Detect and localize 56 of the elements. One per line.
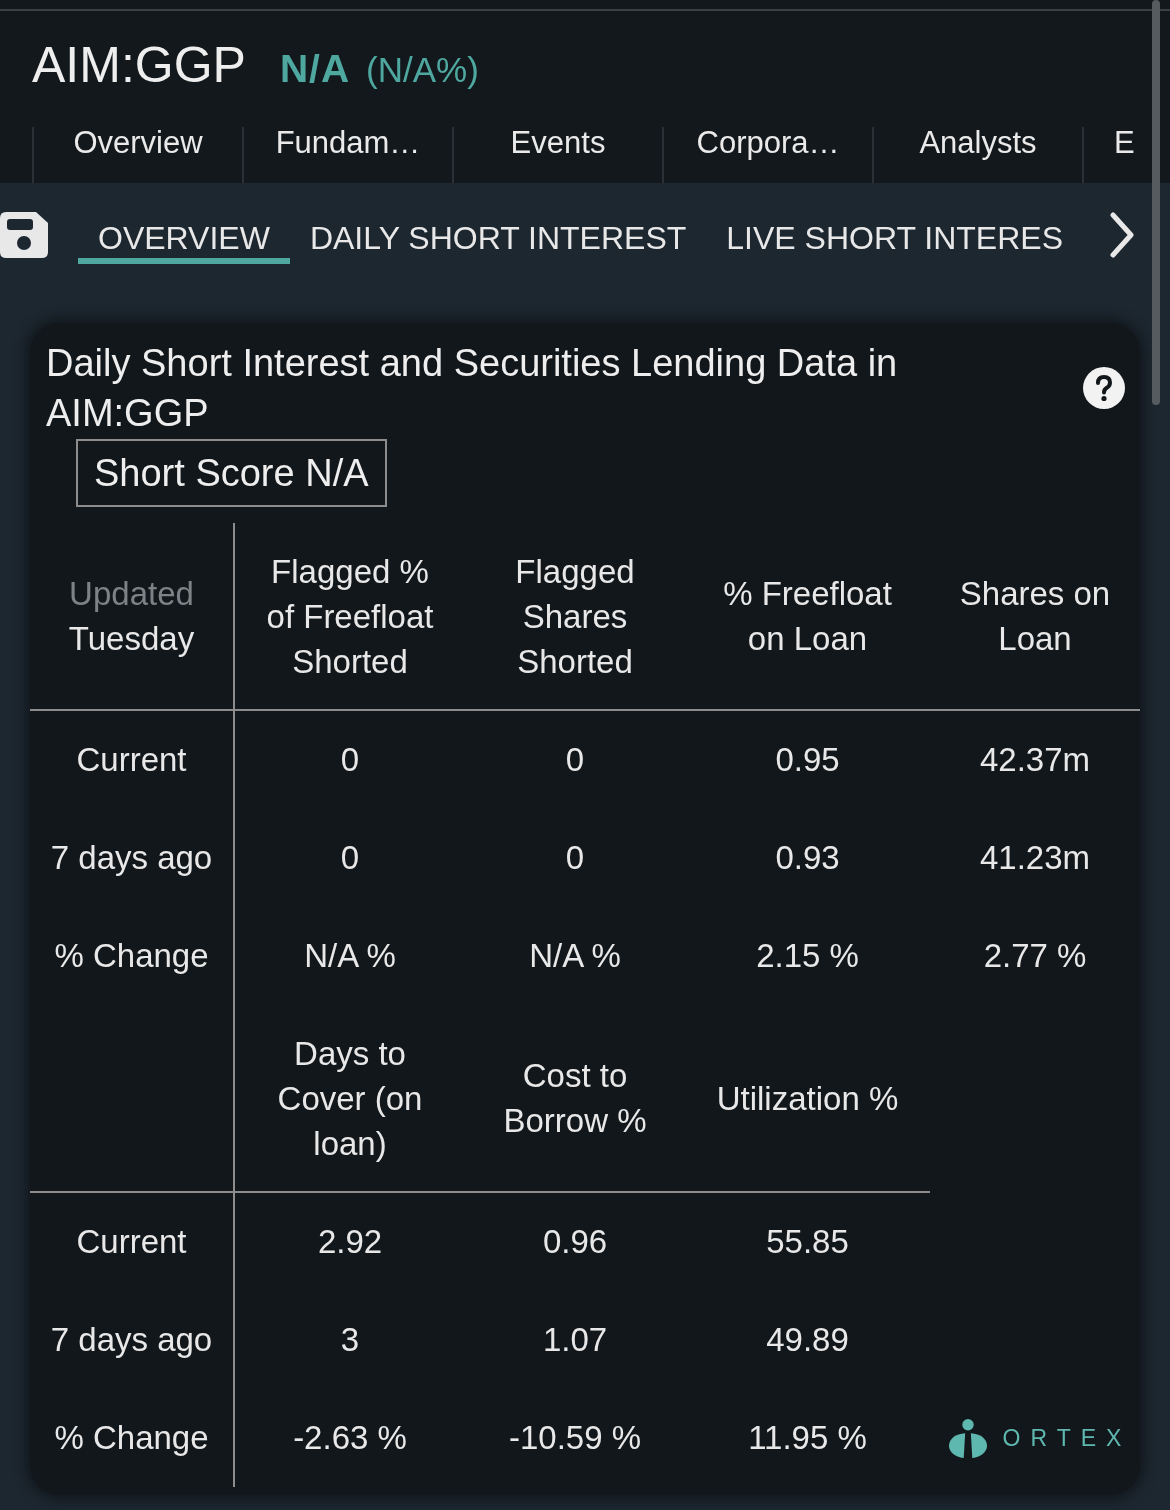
table-cell-text: 2.77 % (982, 936, 1088, 976)
column-header: % Freefloat on Loan (685, 523, 930, 711)
table-cell-text: 2.92 (316, 1222, 384, 1262)
table-cell-text: 0.96 (541, 1222, 609, 1262)
updated-label: Updated (69, 574, 194, 614)
table-cell-text: 11.95 % (747, 1418, 868, 1458)
row-label: % Change (30, 1389, 235, 1487)
price-value: N/A (279, 47, 351, 91)
table-cell-text: 49.89 (765, 1320, 850, 1360)
table-cell-text: 41.23m (978, 838, 1092, 878)
card-title: Daily Short Interest and Securities Lending Data in AIM:GGP (46, 341, 899, 436)
save-icon[interactable] (0, 212, 48, 258)
table-cell-text: 2.15 % (755, 936, 860, 976)
price-change: (N/A%) (366, 50, 479, 90)
nav-tab[interactable]: Corpora… (662, 127, 872, 183)
table-cell-text: 0 (564, 740, 586, 780)
column-header: Flagged Shares Shorted (465, 523, 685, 711)
row-label: 7 days ago (30, 1291, 235, 1389)
table-cell-text: 0.95 (774, 740, 841, 780)
column-header: Utilization % (685, 1005, 930, 1193)
row-label: Current (30, 1193, 235, 1291)
help-icon[interactable] (1083, 367, 1125, 409)
nav-tab[interactable]: Overview (32, 127, 242, 183)
scrollbar[interactable] (1152, 0, 1160, 405)
row-label: 7 days ago (30, 809, 235, 907)
column-header: Flagged % of Freefloat Shorted (235, 523, 465, 711)
table-cell-text: 3 (339, 1320, 361, 1360)
table-cell-text: N/A % (528, 936, 622, 976)
row-label: Current (30, 711, 235, 809)
column-header: Shares on Loan (930, 523, 1140, 711)
table-cell-text: 1.07 (541, 1320, 609, 1360)
nav-tab[interactable]: Analysts (872, 127, 1082, 183)
updated-day: Tuesday (68, 616, 195, 661)
chevron-right-icon[interactable] (1108, 212, 1135, 258)
row-label: % Change (30, 907, 235, 1005)
section-tab[interactable]: DAILY SHORT INTEREST (289, 212, 707, 264)
short-score: Short Score N/A (76, 439, 387, 507)
logo-icon (948, 1418, 987, 1458)
section-tab[interactable]: OVERVIEW (78, 212, 290, 264)
table-cell-text: 0 (339, 838, 361, 878)
table-cell-text: -10.59 % (507, 1418, 643, 1458)
table-cell-text: 42.37m (978, 740, 1092, 780)
table-cell-text: 55.85 (765, 1222, 850, 1262)
column-header: Days to Cover (on loan) (235, 1005, 465, 1193)
table-cell-text: 0.93 (774, 838, 841, 878)
nav-tab[interactable]: Events (452, 127, 662, 183)
nav-tab[interactable]: Fundam… (242, 127, 452, 183)
nav-tab[interactable]: E (1082, 127, 1135, 183)
ticker-symbol: AIM:GGP (32, 36, 246, 95)
table-cell-text: N/A % (303, 936, 397, 976)
section-tab[interactable]: LIVE SHORT INTERES (706, 212, 1083, 264)
table-cell-text: 0 (564, 838, 586, 878)
table-cell-text: -2.63 % (292, 1418, 408, 1458)
table-cell-text: 0 (339, 740, 361, 780)
column-header: Cost to Borrow % (465, 1005, 685, 1193)
logo-text: ORTEX (1002, 1424, 1132, 1452)
